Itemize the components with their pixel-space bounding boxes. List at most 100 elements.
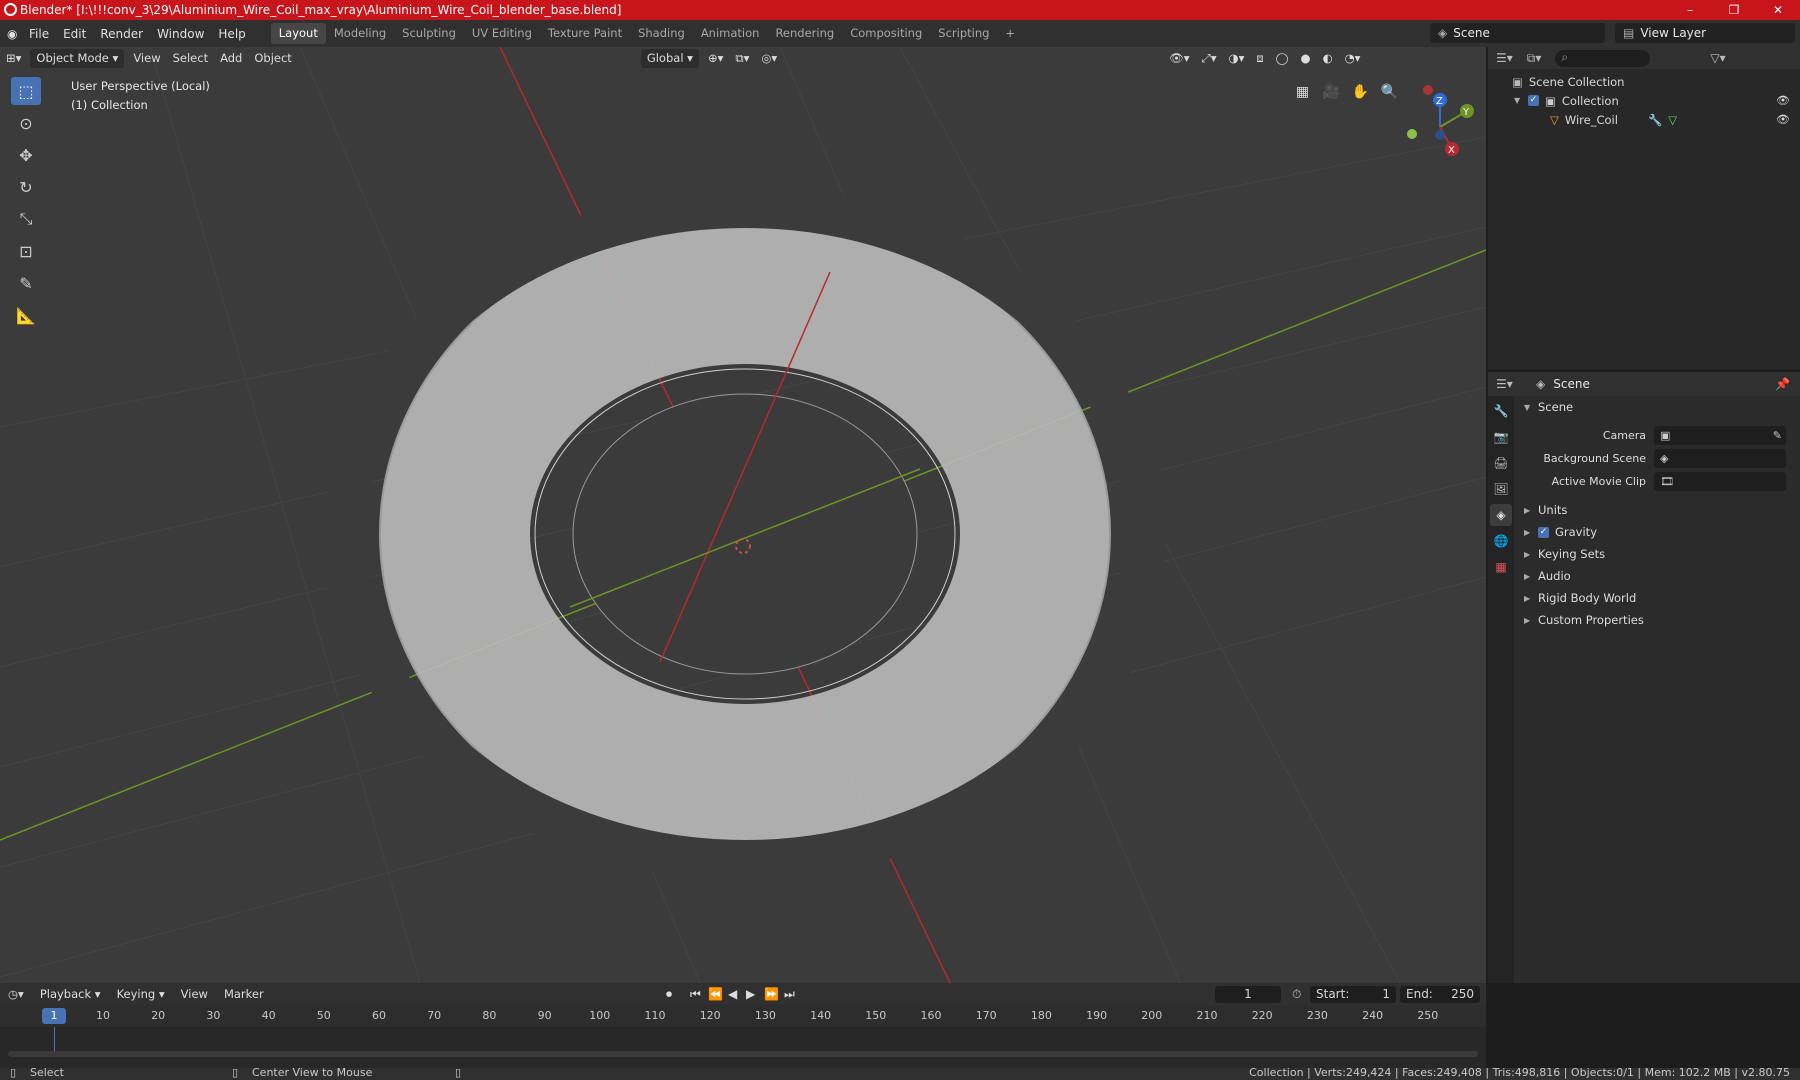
play-reverse-icon[interactable]: ◀ <box>728 987 737 1001</box>
rigid-body-world-section[interactable]: ▶ Rigid Body World <box>1514 587 1800 609</box>
outliner-row-collection[interactable]: ▼ ✓ ▣ Collection 👁 <box>1488 91 1800 110</box>
rotate-tool-icon[interactable]: ↻ <box>11 173 41 201</box>
view-layer-selector[interactable]: ▤ View Layer <box>1615 23 1795 43</box>
3d-viewport[interactable]: ⊞▾ Object Mode ▾ View Select Add Object … <box>0 47 1486 983</box>
keying-menu[interactable]: Keying ▾ <box>109 987 173 1001</box>
menu-add[interactable]: Add <box>214 49 248 68</box>
blender-menu-icon[interactable]: ◉ <box>0 27 22 41</box>
tab-shading[interactable]: Shading <box>630 23 693 44</box>
timeline-view-menu[interactable]: View <box>173 987 216 1001</box>
pivot-icon[interactable]: ⊕▾ <box>702 49 729 68</box>
timeline-scrollbar[interactable] <box>8 1051 1478 1057</box>
eye-icon[interactable]: 👁 <box>1776 113 1790 126</box>
pin-icon[interactable]: 📌 <box>1775 377 1790 391</box>
audio-section[interactable]: ▶ Audio <box>1514 565 1800 587</box>
tab-sculpting[interactable]: Sculpting <box>394 23 464 44</box>
render-tab-icon[interactable]: 📷 <box>1490 426 1512 448</box>
texture-tab-icon[interactable]: ▦ <box>1490 556 1512 578</box>
menu-view[interactable]: View <box>127 49 166 68</box>
modifier-wrench-icon[interactable]: 🔧 <box>1648 113 1662 127</box>
active-movie-clip-field[interactable]: 🎞 <box>1654 472 1786 491</box>
tab-rendering[interactable]: Rendering <box>767 23 842 44</box>
select-box-tool-icon[interactable]: ⬚ <box>11 77 41 105</box>
prev-keyframe-icon[interactable]: ⏪ <box>708 987 723 1001</box>
display-mode-icon[interactable]: ⧉▾ <box>1527 51 1542 66</box>
menu-window[interactable]: Window <box>150 27 211 41</box>
mesh-data-icon[interactable]: ▽ <box>1668 113 1677 127</box>
scene-tab-icon[interactable]: ◈ <box>1490 504 1512 526</box>
timeline-editor-icon[interactable]: ◷▾ <box>0 987 32 1001</box>
menu-help[interactable]: Help <box>211 27 252 41</box>
scene-section-header[interactable]: ▼ Scene <box>1514 396 1800 418</box>
background-scene-field[interactable]: ◈ <box>1654 449 1786 468</box>
menu-file[interactable]: File <box>22 27 56 41</box>
view-layer-tab-icon[interactable]: 🖼 <box>1490 478 1512 500</box>
outliner-row-wire-coil[interactable]: ▽ Wire_Coil 🔧 ▽ 👁 <box>1488 110 1800 129</box>
expand-arrow-icon[interactable]: ▼ <box>1514 96 1528 105</box>
shading-solid-icon[interactable]: ● <box>1295 49 1317 68</box>
jump-end-icon[interactable]: ⏭ <box>784 987 795 1002</box>
shading-material-icon[interactable]: ◐ <box>1317 49 1339 68</box>
play-icon[interactable]: ▶ <box>746 987 755 1001</box>
measure-tool-icon[interactable]: 📐 <box>11 301 41 329</box>
gravity-checkbox[interactable]: ✓ <box>1538 526 1549 538</box>
tab-texture-paint[interactable]: Texture Paint <box>540 23 630 44</box>
tab-animation[interactable]: Animation <box>693 23 768 44</box>
outliner-editor-icon[interactable]: ☰▾ <box>1496 51 1513 65</box>
object-mode-dropdown[interactable]: Object Mode ▾ <box>30 48 125 68</box>
snap-icon[interactable]: ⧉▾ <box>729 49 755 68</box>
close-button[interactable]: ✕ <box>1756 0 1800 20</box>
filter-icon[interactable]: ▽▾ <box>1710 51 1725 65</box>
marker-menu[interactable]: Marker <box>216 987 272 1001</box>
custom-properties-section[interactable]: ▶ Custom Properties <box>1514 609 1800 631</box>
gizmo-toggle-icon[interactable]: ⤢▾ <box>1196 49 1223 68</box>
world-tab-icon[interactable]: 🌐 <box>1490 530 1512 552</box>
scale-tool-icon[interactable]: ⤡ <box>11 205 41 233</box>
menu-object[interactable]: Object <box>248 49 297 68</box>
end-frame-field[interactable]: End: 250 <box>1400 985 1480 1003</box>
camera-field[interactable]: ▣ ✎ <box>1654 426 1786 445</box>
zoom-icon[interactable]: 🔍 <box>1377 79 1402 104</box>
keying-sets-section[interactable]: ▶ Keying Sets <box>1514 543 1800 565</box>
tab-scripting[interactable]: Scripting <box>930 23 997 44</box>
maximize-button[interactable]: ❐ <box>1712 0 1756 20</box>
navigation-gizmo[interactable]: Z Y X <box>1400 82 1480 162</box>
minimize-button[interactable]: – <box>1668 0 1712 20</box>
stopwatch-icon[interactable]: ⏱ <box>1292 987 1301 1002</box>
current-frame-indicator[interactable]: 1 <box>42 1008 66 1024</box>
transform-orientation-dropdown[interactable]: Global ▾ <box>640 48 699 68</box>
playback-menu[interactable]: Playback ▾ <box>32 987 109 1001</box>
menu-edit[interactable]: Edit <box>56 27 93 41</box>
grid-view-icon[interactable]: ▦ <box>1290 79 1315 104</box>
menu-render[interactable]: Render <box>93 27 150 41</box>
tab-layout[interactable]: Layout <box>270 23 326 44</box>
camera-view-icon[interactable]: 🎥 <box>1319 79 1344 104</box>
shading-wireframe-icon[interactable]: ◯ <box>1270 49 1295 68</box>
scene-selector[interactable]: ◈ Scene <box>1430 23 1605 43</box>
shading-rendered-icon[interactable]: ◔▾ <box>1339 49 1367 68</box>
next-keyframe-icon[interactable]: ⏩ <box>764 987 779 1001</box>
xray-icon[interactable]: ⧈ <box>1250 49 1269 68</box>
visibility-icon[interactable]: 👁▾ <box>1163 49 1195 68</box>
output-tab-icon[interactable]: 🖨 <box>1490 452 1512 474</box>
units-section[interactable]: ▶ Units <box>1514 499 1800 521</box>
eye-icon[interactable]: 👁 <box>1776 94 1790 107</box>
add-workspace-button[interactable]: + <box>997 23 1023 44</box>
frame-ruler[interactable]: 1 10 20 30 40 50 60 70 80 90 100 110 120 130 140 150 16… <box>0 1005 1486 1027</box>
gravity-section[interactable]: ▶ ✓ Gravity <box>1514 521 1800 543</box>
eyedropper-icon[interactable]: ✎ <box>1773 429 1782 442</box>
outliner-row-scene-collection[interactable]: ▣ Scene Collection <box>1488 72 1800 91</box>
move-tool-icon[interactable]: ✥ <box>11 141 41 169</box>
pan-hand-icon[interactable]: ✋ <box>1348 79 1373 104</box>
overlay-icon[interactable]: ◑▾ <box>1223 49 1251 68</box>
tool-tab-icon[interactable]: 🔧 <box>1490 400 1512 422</box>
start-frame-field[interactable]: Start: 1 <box>1310 985 1396 1003</box>
proportional-edit-icon[interactable]: ◎▾ <box>755 49 783 68</box>
menu-select[interactable]: Select <box>167 49 214 68</box>
editor-type-icon[interactable]: ⊞▾ <box>0 49 27 68</box>
tab-uv-editing[interactable]: UV Editing <box>464 23 540 44</box>
collection-checkbox[interactable]: ✓ <box>1528 95 1539 106</box>
annotate-tool-icon[interactable]: ✎ <box>11 269 41 297</box>
tab-compositing[interactable]: Compositing <box>842 23 930 44</box>
current-frame-field[interactable]: 1 <box>1215 985 1281 1003</box>
